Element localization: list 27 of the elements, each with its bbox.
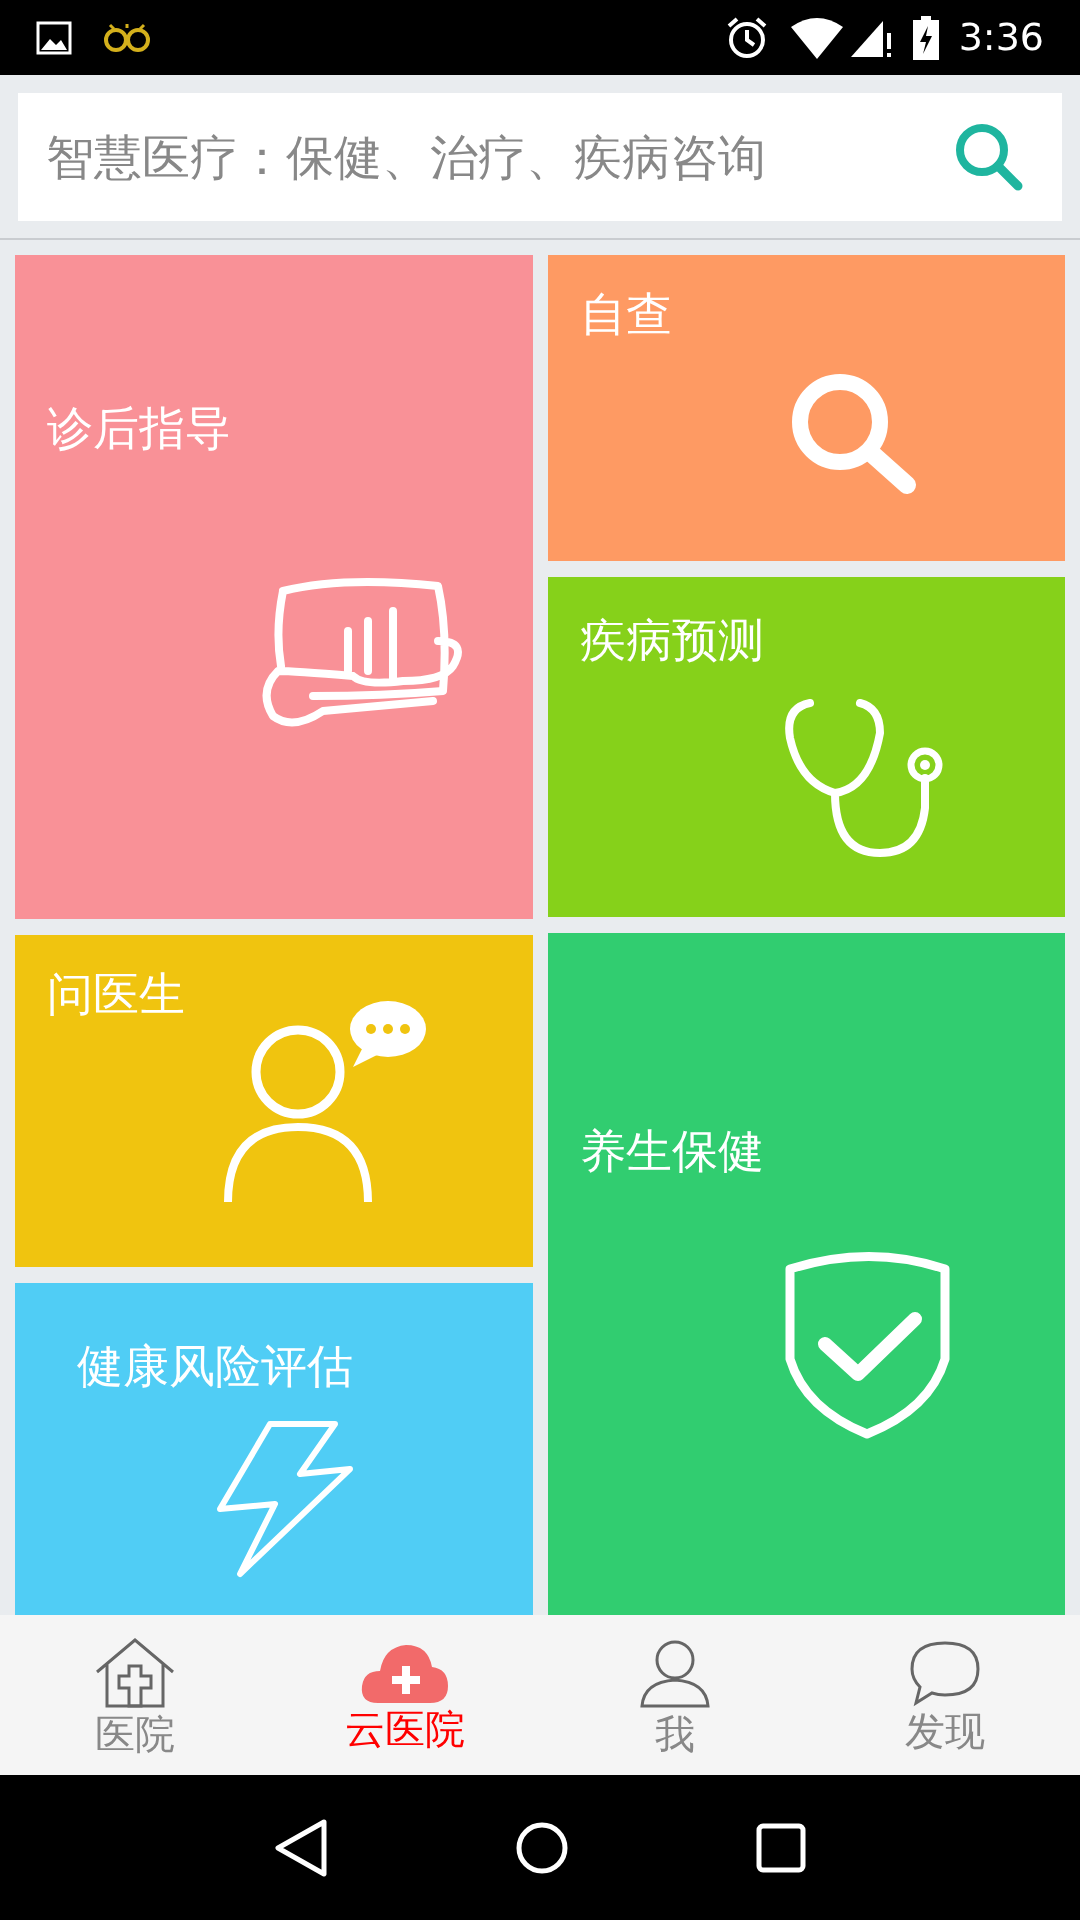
image-icon <box>36 20 72 55</box>
menu-tile[interactable]: 问医生 <box>15 935 533 1267</box>
menu-tile[interactable]: 自查 <box>547 255 1065 561</box>
lightning-icon <box>215 1419 355 1579</box>
tab[interactable]: 发现 <box>810 1615 1080 1775</box>
recents-icon[interactable] <box>756 1822 807 1873</box>
tile-label: 诊后指导 <box>47 401 231 455</box>
menu-tile[interactable]: 疾病预测 <box>547 577 1065 917</box>
tab[interactable]: 云医院 <box>270 1615 540 1775</box>
chat-bubble-icon <box>908 1639 982 1707</box>
tile-label: 疾病预测 <box>579 613 764 667</box>
house-cross-icon <box>93 1636 177 1710</box>
menu-tile[interactable]: 养生保健 <box>547 933 1065 1615</box>
tile-label: 养生保健 <box>579 1124 764 1178</box>
wifi-icon <box>788 16 845 59</box>
home-icon[interactable] <box>515 1820 569 1875</box>
tile-label: 问医生 <box>47 967 185 1021</box>
tab[interactable]: 我 <box>540 1615 810 1775</box>
menu-tile[interactable]: 诊后指导 <box>15 255 533 919</box>
tab[interactable]: 医院 <box>0 1615 270 1775</box>
tile-label: 自查 <box>579 287 672 341</box>
search-field[interactable]: 智慧医疗：保健、治疗、疾病咨询 <box>18 93 1062 221</box>
back-icon[interactable] <box>273 1817 328 1878</box>
menu-tile[interactable]: 健康风险评估 <box>15 1283 533 1615</box>
status-time: 3:36 <box>958 14 1044 61</box>
battery-icon <box>912 15 939 60</box>
tile-label: 健康风险评估 <box>77 1339 353 1393</box>
